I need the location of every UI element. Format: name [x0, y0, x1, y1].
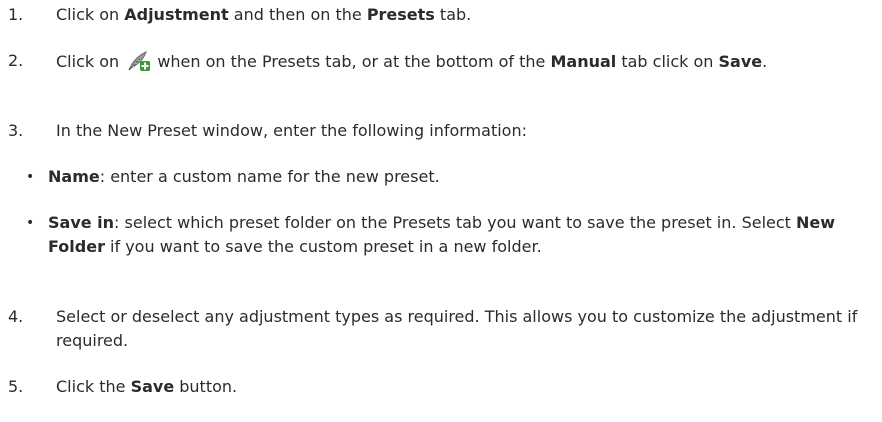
save-term: Save — [718, 52, 763, 71]
step-text: Click on when on the Presets tab, or at … — [56, 49, 858, 74]
step-number: 3. — [8, 121, 24, 140]
save-in-term: Save in — [48, 213, 115, 232]
step-text: In the New Preset window, enter the foll… — [56, 121, 527, 140]
bullet-text: Name: enter a custom name for the new pr… — [48, 167, 440, 186]
bullet-save-in: • Save in: select which preset folder on… — [26, 211, 856, 259]
step-3: 3. In the New Preset window, enter the f… — [8, 119, 858, 143]
step-2: 2. Click on when on the Presets tab, or … — [8, 49, 858, 74]
bullet-mark: • — [26, 169, 35, 185]
name-term: Name — [48, 167, 100, 186]
manual-term: Manual — [550, 52, 617, 71]
step-text: Click the Save button. — [56, 377, 238, 396]
adjustment-term: Adjustment — [124, 5, 229, 24]
step-number: 2. — [8, 51, 24, 70]
instructions-document: 1. Click on Adjustment and then on the P… — [0, 0, 882, 422]
presets-term: Presets — [366, 5, 435, 24]
step-4: 4. Select or deselect any adjustment typ… — [8, 305, 858, 353]
step-text: Click on Adjustment and then on the Pres… — [56, 5, 472, 24]
step-number: 1. — [8, 5, 24, 24]
bullet-mark: • — [26, 215, 35, 231]
save-button-term: Save — [130, 377, 175, 396]
step-number: 4. — [8, 307, 24, 326]
new-preset-feather-plus-icon — [126, 49, 151, 73]
step-number: 5. — [8, 377, 24, 396]
bullet-name: • Name: enter a custom name for the new … — [26, 165, 856, 189]
step-5: 5. Click the Save button. — [8, 375, 858, 399]
step-1: 1. Click on Adjustment and then on the P… — [8, 3, 858, 27]
step-text: Select or deselect any adjustment types … — [56, 307, 858, 350]
bullet-text: Save in: select which preset folder on t… — [48, 213, 836, 256]
